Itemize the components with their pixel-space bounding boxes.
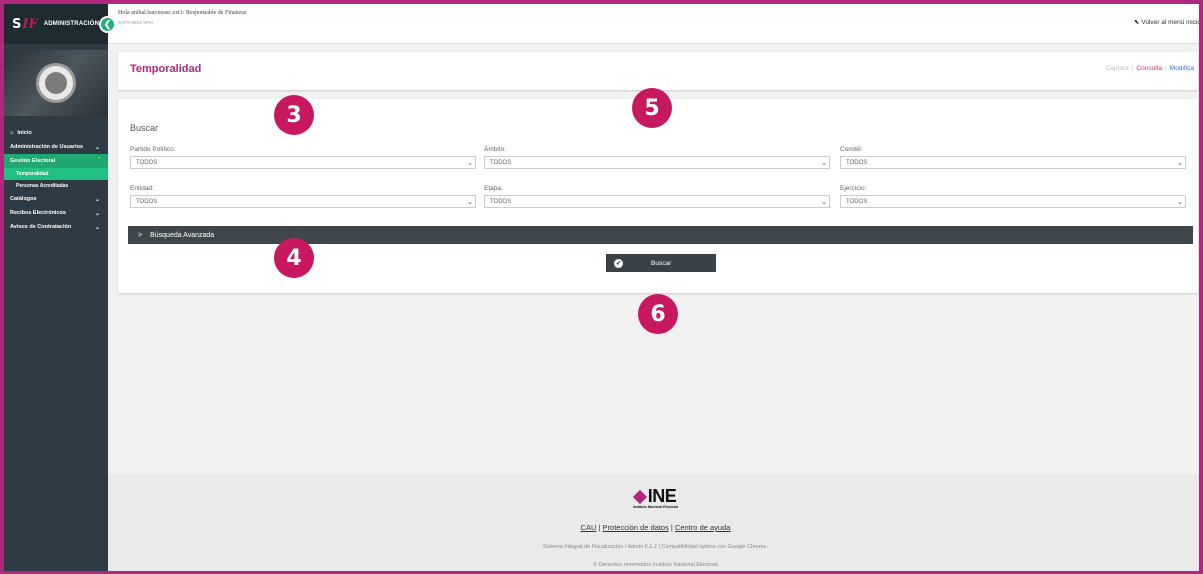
sidebar: S IF ADMINISTRACIÓN ⌂ Inicio Administraci… bbox=[4, 4, 108, 571]
system-info: Sistema Integral de Fiscalización / Admi… bbox=[542, 544, 769, 550]
ejercicio-select[interactable]: TODOS ⌄ bbox=[840, 195, 1186, 208]
home-icon: ⌂ bbox=[10, 130, 14, 136]
check-icon: ✔ bbox=[614, 258, 623, 268]
topbar: Hola anibal.barcenasc.ext1/ Responsable … bbox=[108, 4, 1199, 44]
field-ejercicio: Ejercicio: TODOS ⌄ bbox=[840, 185, 1186, 208]
search-heading: Buscar bbox=[130, 123, 159, 133]
sidebar-item-gestion-electoral[interactable]: Gestión Electoral ˆ bbox=[4, 154, 108, 168]
field-etapa: Etapa: TODOS ⌄ bbox=[484, 185, 830, 208]
callout-badge: 3 bbox=[274, 95, 314, 135]
chevron-down-icon: ⌄ bbox=[821, 198, 827, 206]
sidebar-item-usuarios[interactable]: Administración de Usuarios ⌄ bbox=[4, 140, 108, 154]
mode-captura[interactable]: Captura bbox=[1106, 65, 1129, 72]
mode-consulta[interactable]: Consulta bbox=[1136, 65, 1162, 72]
chevron-down-icon: ⌄ bbox=[467, 198, 473, 206]
sidebar-toggle-button[interactable]: ❮ bbox=[99, 16, 116, 33]
search-button-label: Buscar bbox=[651, 259, 672, 267]
sidebar-subitem-temporalidad[interactable]: Temporalidad bbox=[4, 168, 108, 180]
footer: INE Instituto Nacional Electoral CAU | P… bbox=[108, 474, 1199, 571]
footer-links: CAU | Protección de datos | Centro de ay… bbox=[580, 523, 731, 532]
field-entidad: Entidad: TODOS ⌄ bbox=[130, 185, 476, 208]
callout-badge: 4 bbox=[274, 238, 314, 278]
centro-ayuda-link[interactable]: Centro de ayuda bbox=[675, 523, 730, 532]
advanced-search-label: Búsqueda Avanzada bbox=[150, 231, 215, 239]
sidebar-item-catalogos[interactable]: Catálogos ⌄ bbox=[4, 192, 108, 206]
callout-badge: 6 bbox=[638, 294, 678, 334]
avatar bbox=[36, 63, 76, 103]
partido-politico-select[interactable]: TODOS ⌄ bbox=[130, 156, 476, 169]
user-subtitle: SAPS-9924-XP0+ bbox=[118, 20, 155, 25]
etapa-select[interactable]: TODOS ⌄ bbox=[484, 195, 830, 208]
ambito-select[interactable]: TODOS ⌄ bbox=[484, 156, 830, 169]
profile-banner bbox=[4, 50, 108, 116]
title-card: Temporalidad Captura | Consulta | Modifi… bbox=[118, 52, 1198, 90]
back-arrow-icon: ⬉ bbox=[1133, 19, 1140, 26]
proteccion-datos-link[interactable]: Protección de datos bbox=[603, 523, 669, 532]
chevron-left-icon: ❮ bbox=[103, 19, 112, 29]
back-to-menu-link[interactable]: ⬉ Volver al menú inicio bbox=[1133, 18, 1199, 27]
chevron-right-icon: > bbox=[138, 231, 143, 239]
page-title: Temporalidad bbox=[130, 63, 202, 75]
chevron-down-icon: ⌄ bbox=[821, 159, 827, 167]
chevron-up-icon: ˆ bbox=[98, 158, 100, 164]
app-frame: S IF ADMINISTRACIÓN ⌂ Inicio Administraci… bbox=[0, 0, 1203, 574]
diamond-icon bbox=[632, 489, 647, 504]
mode-modifica[interactable]: Modifica bbox=[1170, 65, 1194, 72]
field-comite: Comité: TODOS ⌄ bbox=[840, 146, 1186, 169]
chevron-down-icon: ⌄ bbox=[467, 159, 473, 167]
copyright: © Derechos reservados Instituto Nacional… bbox=[593, 562, 718, 568]
chevron-down-icon: ⌄ bbox=[94, 144, 100, 151]
chevron-down-icon: ⌄ bbox=[94, 196, 100, 203]
sidebar-item-recibos[interactable]: Recibos Electrónicos ⌄ bbox=[4, 206, 108, 220]
cau-link[interactable]: CAU bbox=[581, 523, 597, 532]
chevron-down-icon: ⌄ bbox=[1177, 198, 1183, 206]
chevron-down-icon: ⌄ bbox=[1177, 159, 1183, 167]
chevron-down-icon: ⌄ bbox=[94, 210, 100, 217]
callout-badge: 5 bbox=[632, 88, 672, 128]
ine-logo: INE Instituto Nacional Electoral bbox=[632, 486, 679, 509]
brand-logo-s: S bbox=[12, 16, 22, 32]
sidebar-header: S IF ADMINISTRACIÓN bbox=[4, 4, 108, 44]
entidad-select[interactable]: TODOS ⌄ bbox=[130, 195, 476, 208]
sidebar-item-avisos[interactable]: Avisos de Contratación ⌄ bbox=[4, 220, 108, 234]
sidebar-subitem-personas-acreditadas[interactable]: Personas Acreditadas bbox=[4, 180, 108, 192]
sidebar-brand-label: ADMINISTRACIÓN bbox=[43, 21, 100, 27]
brand-logo-f: IF bbox=[22, 16, 38, 32]
user-greeting: Hola anibal.barcenasc.ext1/ Responsable … bbox=[118, 10, 247, 16]
comite-select[interactable]: TODOS ⌄ bbox=[840, 156, 1186, 169]
search-button[interactable]: ✔ Buscar bbox=[606, 254, 716, 272]
field-ambito: Ámbito: TODOS ⌄ bbox=[484, 146, 830, 169]
field-partido-politico: Partido Político: TODOS ⌄ bbox=[130, 146, 476, 169]
chevron-down-icon: ⌄ bbox=[94, 224, 100, 231]
sidebar-item-inicio[interactable]: ⌂ Inicio bbox=[4, 126, 108, 140]
sidebar-nav: ⌂ Inicio Administración de Usuarios ⌄ Ge… bbox=[4, 126, 108, 234]
mode-switcher: Captura | Consulta | Modifica bbox=[1105, 65, 1194, 72]
